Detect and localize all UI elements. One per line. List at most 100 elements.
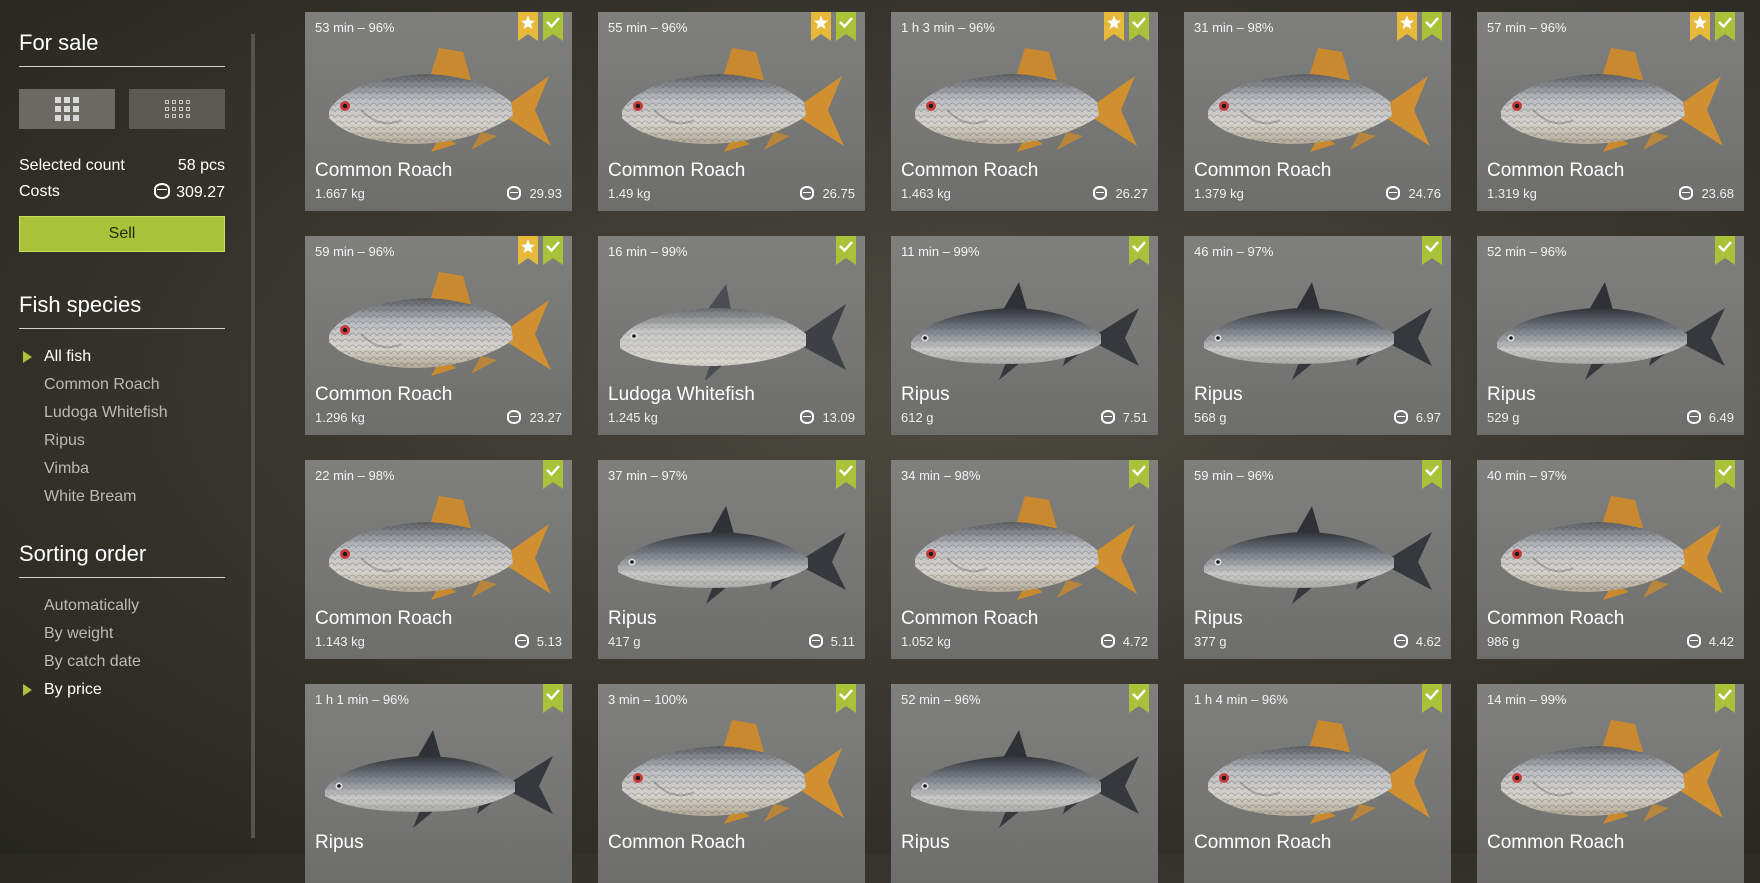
selected-check-icon[interactable] [543,12,563,41]
fish-card[interactable]: 1 h 1 min – 96% Ripus [305,684,572,883]
fish-price: 23.27 [507,410,562,425]
fish-roach-image [328,271,552,377]
selected-check-icon[interactable] [1715,12,1735,41]
fish-card[interactable]: 37 min – 97% Ripus 417 g 5.11 [598,460,865,659]
small-grid-view-button[interactable] [129,89,225,129]
selected-check-icon[interactable] [836,12,856,41]
coins-icon [1686,410,1701,424]
selected-check-icon[interactable] [543,684,563,713]
fish-name: Common Roach [1487,832,1625,853]
species-item[interactable]: All fish [19,343,225,371]
species-item[interactable]: Ludoga Whitefish [19,399,225,427]
coins-icon [808,634,823,648]
fish-name: Ripus [1487,384,1536,405]
species-item[interactable]: Common Roach [19,371,225,399]
fish-card[interactable]: 40 min – 97% Common Roach 986 g 4.42 [1477,460,1744,659]
selected-count-label: Selected count [19,157,125,174]
fish-card[interactable]: 52 min – 96% Ripus [891,684,1158,883]
fish-card[interactable]: 57 min – 96% Common Roach 1.319 kg 23.68 [1477,12,1744,211]
fish-card[interactable]: 3 min – 100% Common Roach [598,684,865,883]
sell-button[interactable]: Sell [19,216,225,252]
fish-weight: 1.667 kg [315,186,365,201]
fish-weight: 377 g [1194,634,1227,649]
fish-roach-image [1207,47,1431,153]
price-value: 5.11 [830,634,855,649]
selected-check-icon[interactable] [1422,684,1442,713]
selected-check-icon[interactable] [836,684,856,713]
fish-weight: 417 g [608,634,641,649]
selected-check-icon[interactable] [836,236,856,265]
fish-card[interactable]: 53 min – 96% Common Roach 1.667 kg 29.93 [305,12,572,211]
selected-check-icon[interactable] [1422,460,1442,489]
fish-name: Common Roach [315,608,453,629]
price-value: 26.75 [822,186,855,201]
fish-roach-image [914,495,1138,601]
fish-price: 26.75 [800,186,855,201]
fish-name: Common Roach [901,608,1039,629]
selected-check-icon[interactable] [1422,12,1442,41]
fish-card[interactable]: 22 min – 98% Common Roach 1.143 kg 5.13 [305,460,572,659]
fish-price: 5.13 [514,634,562,649]
fish-weight: 986 g [1487,634,1520,649]
species-item[interactable]: Ripus [19,427,225,455]
species-filter-list: All fish Common Roach Ludoga Whitefish Ripu… [19,343,225,511]
sort-option[interactable]: By weight [19,620,225,648]
fish-ripus-image [911,282,1139,380]
fish-name: Ripus [608,608,657,629]
coins-icon [514,634,529,648]
price-value: 26.27 [1115,186,1148,201]
selected-check-icon[interactable] [1422,236,1442,265]
selected-check-icon[interactable] [1129,12,1149,41]
sort-option[interactable]: By catch date [19,648,225,676]
view-toggle [19,89,225,129]
sale-summary: Selected count 58 pcs Costs 309.27 [19,157,225,202]
fish-card[interactable]: 59 min – 96% Ripus 377 g 4.62 [1184,460,1451,659]
coins-icon [800,410,815,424]
catch-time-quality: 55 min – 96% [608,20,688,35]
small-grid-icon [164,100,190,118]
trophy-star-icon [518,12,538,41]
fish-name: Ripus [315,832,364,853]
selected-check-icon[interactable] [543,460,563,489]
fish-card[interactable]: 16 min – 99% Ludoga Whitefish 1.245 kg 13.0… [598,236,865,435]
fish-card[interactable]: 59 min – 96% Common Roach 1.296 kg 23.27 [305,236,572,435]
coins-icon [1393,634,1408,648]
fish-card[interactable]: 52 min – 96% Ripus 529 g 6.49 [1477,236,1744,435]
fish-weight: 1.245 kg [608,410,658,425]
fish-card[interactable]: 11 min – 99% Ripus 612 g 7.51 [891,236,1158,435]
fish-roach-image [1500,495,1724,601]
species-item[interactable]: White Bream [19,483,225,511]
large-grid-icon [55,97,79,121]
fish-card[interactable]: 55 min – 96% Common Roach 1.49 kg 26.75 [598,12,865,211]
coins-icon [1100,634,1115,648]
fish-card[interactable]: 14 min – 99% Common Roach [1477,684,1744,883]
catch-time-quality: 34 min – 98% [901,468,981,483]
fish-weight: 529 g [1487,410,1520,425]
fish-card[interactable]: 1 h 3 min – 96% Common Roach 1.463 kg 26.27 [891,12,1158,211]
selected-check-icon[interactable] [1129,236,1149,265]
selected-check-icon[interactable] [1715,236,1735,265]
sidebar-scrollbar[interactable] [251,34,255,838]
selected-check-icon[interactable] [1715,460,1735,489]
fish-card[interactable]: 31 min – 98% Common Roach 1.379 kg 24.76 [1184,12,1451,211]
fish-roach-image [1500,47,1724,153]
sidebar: For sale Selected count 58 pcs Costs 309… [19,0,225,704]
fish-card[interactable]: 34 min – 98% Common Roach 1.052 kg 4.72 [891,460,1158,659]
fish-ripus-image [1204,282,1432,380]
fish-card[interactable]: 1 h 4 min – 96% Common Roach [1184,684,1451,883]
fish-ripus-image [325,730,553,828]
selected-check-icon[interactable] [1129,684,1149,713]
selected-check-icon[interactable] [1715,684,1735,713]
fish-card[interactable]: 46 min – 97% Ripus 568 g 6.97 [1184,236,1451,435]
fish-weight: 1.379 kg [1194,186,1244,201]
catch-time-quality: 1 h 1 min – 96% [315,692,409,707]
selected-check-icon[interactable] [836,460,856,489]
large-grid-view-button[interactable] [19,89,115,129]
selected-check-icon[interactable] [1129,460,1149,489]
selected-check-icon[interactable] [543,236,563,265]
species-item[interactable]: Vimba [19,455,225,483]
sort-option[interactable]: By price [19,676,225,704]
catch-time-quality: 37 min – 97% [608,468,688,483]
sort-option[interactable]: Automatically [19,592,225,620]
catch-time-quality: 11 min – 99% [901,244,980,259]
